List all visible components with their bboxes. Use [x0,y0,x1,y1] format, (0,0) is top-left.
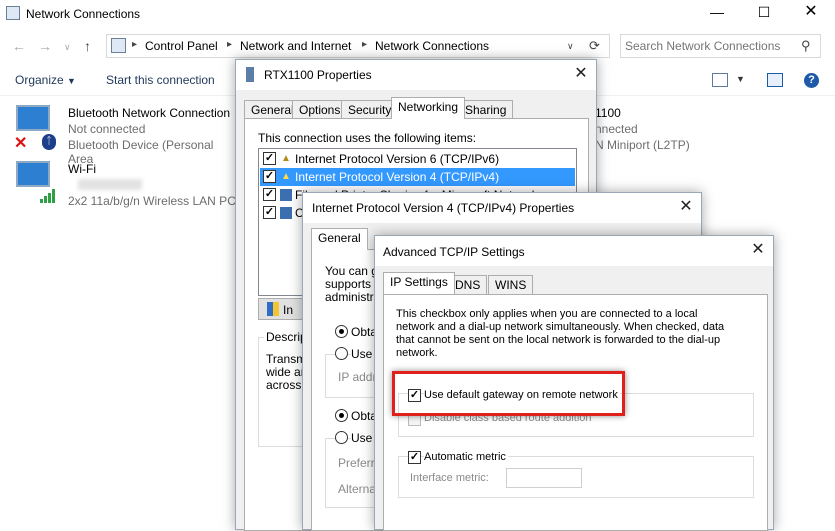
blurred-network-name [78,179,142,190]
checkbox-file-sharing[interactable]: ✓ [263,188,276,201]
connection-name: Wi-Fi [68,162,96,176]
checkbox-ipv4[interactable]: ✓ [263,170,276,183]
obtain-ip-radio[interactable] [335,325,348,338]
sharing-icon [280,189,292,201]
view-dropdown-icon[interactable]: ▼ [736,74,745,84]
bluetooth-icon: ᛏ [42,134,56,150]
items-label: This connection uses the following items… [258,131,477,145]
close-button[interactable]: ✕ [788,0,834,26]
network-connections-icon [6,6,20,20]
close-icon[interactable]: ✕ [671,196,701,220]
window-title: Network Connections [26,7,141,21]
breadcrumb-network-and-internet[interactable]: Network and Internet [240,39,351,53]
intro-line: You can g [325,264,378,278]
disconnected-x-icon: ✕ [14,135,28,152]
address-row: ← → ∨ ↑ ▸ Control Panel ▸ Network and In… [0,34,835,60]
connection-status: nnected [595,122,638,136]
close-icon[interactable]: ✕ [566,63,596,87]
breadcrumb-separator-icon: ▸ [132,39,138,50]
highlight-annotation [392,371,625,416]
breadcrumb-separator-icon: ▸ [227,39,233,50]
dialog-title-bar: Internet Protocol Version 4 (TCP/IPv4) P… [303,193,701,223]
checkbox-ipv6[interactable]: ✓ [263,152,276,165]
breadcrumb-network-connections[interactable]: Network Connections [375,39,489,53]
search-input[interactable] [623,37,793,55]
list-item-ipv6[interactable]: ✓ ▲ Internet Protocol Version 6 (TCP/IPv… [260,150,575,168]
signal-strength-icon [40,189,62,203]
address-bar[interactable]: ▸ Control Panel ▸ Network and Internet ▸… [106,34,610,58]
dialog-title-bar: RTX1100 Properties ✕ [236,60,596,90]
refresh-icon[interactable]: ⟳ [589,38,600,54]
list-item-ipv4-selected[interactable]: ✓ ▲ Internet Protocol Version 4 (TCP/IPv… [260,168,575,186]
interface-metric-label: Interface metric: [410,472,489,484]
control-panel-icon [111,38,126,53]
description-line: across [266,378,302,392]
recent-chevron-icon[interactable]: ∨ [64,42,71,53]
title-bar: Network Connections — ☐ ✕ [0,0,835,30]
close-icon[interactable]: ✕ [743,239,773,263]
tab-wins[interactable]: WINS [488,275,534,294]
vpn-icon [246,67,254,82]
connection-status: Not connected [68,122,146,136]
tab-networking[interactable]: Networking [391,97,466,119]
description-line: Transm [266,352,307,366]
help-icon[interactable]: ? [804,73,819,88]
organize-menu[interactable]: Organize ▼ [15,73,76,87]
protocol-icon: ▲ [281,153,291,164]
connection-device: 2x2 11a/b/g/n Wireless LAN PCI [68,194,240,208]
back-arrow-icon[interactable]: ← [12,38,26,54]
dialog-title: Internet Protocol Version 4 (TCP/IPv4) P… [312,201,575,215]
tab-sharing[interactable]: Sharing [458,100,514,119]
connection-device: N Miniport (L2TP) [595,138,690,152]
maximize-button[interactable]: ☐ [741,0,787,26]
use-dns-radio[interactable] [335,431,348,444]
dialog-title: Advanced TCP/IP Settings [383,245,525,259]
connection-name: 1100 [595,106,621,120]
item-label: Internet Protocol Version 4 (TCP/IPv4) [295,170,500,184]
organize-label: Organize [15,73,64,87]
list-item-bluetooth[interactable]: ✕ ᛏ Bluetooth Network Connection Not con… [10,103,240,166]
description-line: wide ar [266,365,305,379]
automatic-metric-label: Automatic metric [424,451,508,463]
dropdown-arrow-icon: ▼ [67,76,76,86]
dialog-title: RTX1100 Properties [264,68,372,82]
protocol-icon: ▲ [281,171,291,182]
tab-general[interactable]: General [311,228,368,250]
tab-options[interactable]: Options [292,100,348,119]
start-connection-button[interactable]: Start this connection [106,73,215,87]
info-line: This checkbox only applies when you are … [396,308,698,320]
obtain-dns-radio[interactable] [335,409,348,422]
breadcrumb-control-panel[interactable]: Control Panel [145,39,218,53]
list-item-wifi[interactable]: Wi-Fi 2x2 11a/b/g/n Wireless LAN PCI [10,159,240,211]
checkbox-client[interactable]: ✓ [263,206,276,219]
automatic-metric-checkbox[interactable]: ✓ [408,451,421,464]
info-line: network and a dial-up network simultaneo… [396,321,725,333]
list-item-vpn[interactable]: 1100 nnected N Miniport (L2TP) [590,103,770,155]
shield-icon [267,302,279,316]
up-arrow-icon[interactable]: ↑ [84,38,91,54]
dialog-title-bar: Advanced TCP/IP Settings ✕ [375,236,773,266]
connection-name: Bluetooth Network Connection [68,106,231,120]
use-ip-radio[interactable] [335,347,348,360]
network-adapter-icon [16,105,50,131]
client-icon [280,207,292,219]
preview-pane-icon[interactable] [767,73,783,87]
network-adapter-icon [16,161,50,187]
tab-ip-settings[interactable]: IP Settings [383,272,455,294]
interface-metric-input[interactable] [506,468,582,488]
tab-security[interactable]: Security [341,100,399,119]
search-box[interactable]: ⚲ [620,34,821,58]
address-dropdown-icon[interactable]: ∨ [567,41,574,52]
change-view-icon[interactable] [712,73,728,87]
info-line: network. [396,347,438,359]
info-line: that cannot be sent on the local network… [396,334,721,346]
item-label: Internet Protocol Version 6 (TCP/IPv6) [295,152,500,166]
forward-arrow-icon[interactable]: → [38,38,52,54]
search-icon[interactable]: ⚲ [801,38,811,54]
breadcrumb-separator-icon: ▸ [362,39,368,50]
install-button-label: In [283,303,294,317]
minimize-button[interactable]: — [694,0,740,26]
